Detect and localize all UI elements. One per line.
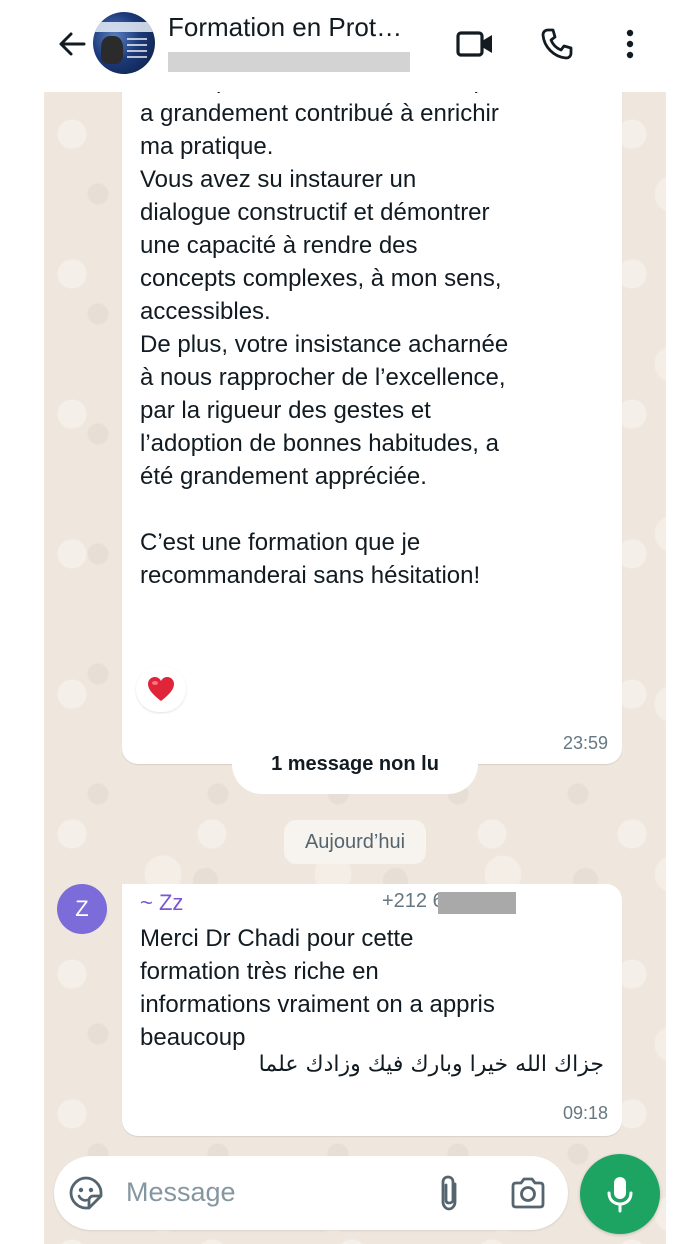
message-text: Merci Dr Chadi pour cette formation très… — [140, 925, 495, 1051]
sender-name[interactable]: ~ Zz — [140, 890, 183, 916]
heart-icon — [148, 677, 174, 701]
video-call-button[interactable] — [453, 24, 497, 64]
camera-icon — [511, 1177, 545, 1209]
voice-call-button[interactable] — [535, 24, 579, 64]
chat-title[interactable]: Formation en Prot… — [168, 12, 433, 44]
message-input[interactable] — [126, 1172, 386, 1212]
voice-record-button[interactable] — [580, 1154, 660, 1234]
sticker-icon — [69, 1176, 103, 1210]
sender-avatar[interactable]: Z — [57, 884, 107, 934]
sticker-button[interactable] — [66, 1173, 106, 1213]
message-time: 23:59 — [562, 733, 608, 753]
redacted-subtitle — [168, 52, 410, 72]
back-button[interactable] — [52, 24, 92, 64]
chat-messages-area[interactable]: Une expertise dans la matière qui a gran… — [44, 92, 666, 1244]
incoming-message-bubble[interactable]: Une expertise dans la matière qui a gran… — [122, 92, 622, 764]
whatsapp-chat-screen: Formation en Prot… Une expertise dans la… — [0, 0, 700, 1244]
chat-header: Formation en Prot… — [0, 0, 700, 92]
redacted-phone-digits — [438, 892, 516, 914]
message-composer — [54, 1156, 568, 1230]
paperclip-icon — [441, 1175, 457, 1211]
group-avatar[interactable] — [93, 12, 155, 74]
microphone-icon — [607, 1177, 633, 1213]
phone-icon — [541, 28, 573, 60]
date-divider: Aujourd’hui — [284, 820, 426, 864]
incoming-message-bubble[interactable]: ~ Zz +212 6 732 Merci Dr Chadi pour cett… — [122, 884, 622, 1136]
unread-messages-banner: 1 message non lu — [232, 734, 478, 794]
video-camera-icon — [456, 31, 492, 57]
message-text: Une expertise dans la matière qui a gran… — [140, 92, 509, 589]
attach-button[interactable] — [429, 1173, 469, 1213]
arrow-left-icon — [59, 32, 86, 56]
camera-button[interactable] — [508, 1173, 548, 1213]
message-reaction[interactable] — [136, 666, 186, 712]
more-vertical-icon — [626, 29, 634, 59]
more-options-button[interactable] — [608, 24, 652, 64]
message-time: 09:18 — [562, 1103, 608, 1123]
message-arabic-text: جزاك الله خيرا وبارك فيك وزادك علما — [258, 1052, 604, 1077]
